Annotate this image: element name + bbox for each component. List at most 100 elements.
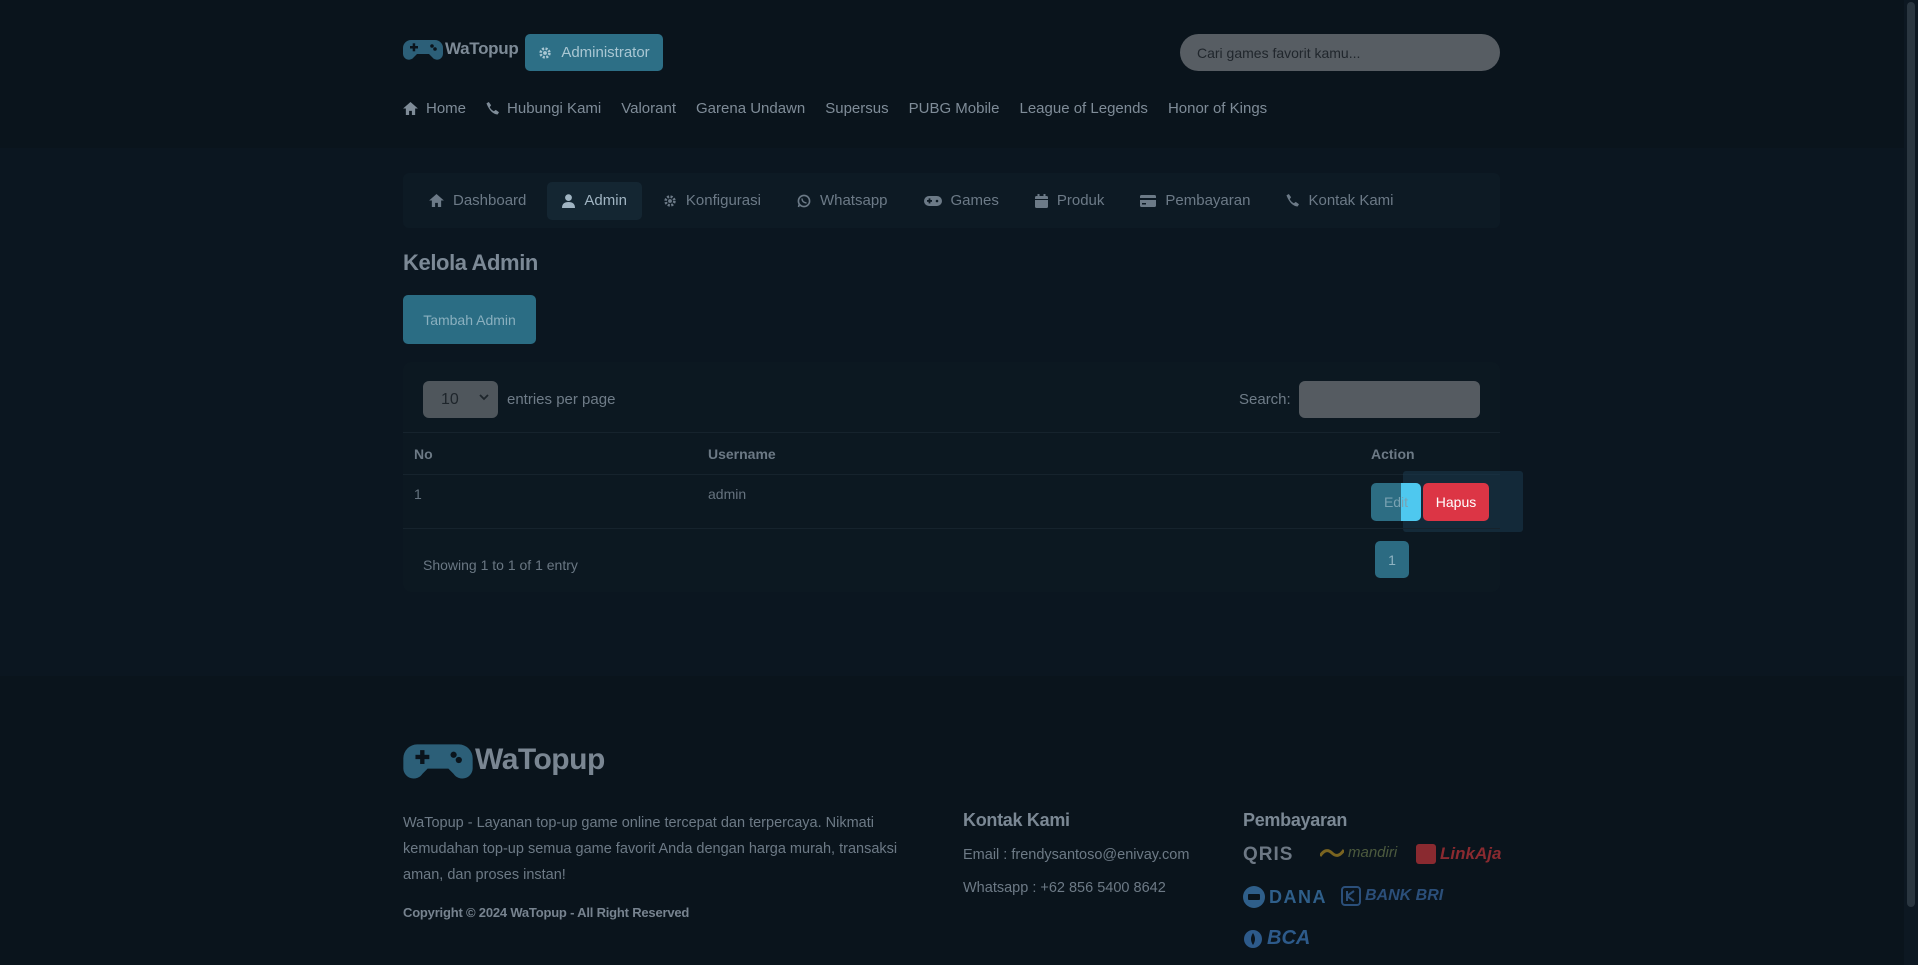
nav-item-label: Garena Undawn	[696, 100, 806, 117]
gamepad-logo-icon	[403, 744, 473, 779]
divider	[403, 432, 1500, 433]
tab-konfigurasi[interactable]: Konfigurasi	[648, 182, 776, 220]
tab-games[interactable]: Games	[909, 182, 1014, 220]
payment-name: LinkAja	[1440, 844, 1502, 863]
tab-label: Whatsapp	[819, 192, 888, 209]
nav-item-label: Hubungi Kami	[507, 100, 602, 117]
payment-logo-bca: BCA	[1243, 927, 1310, 950]
scrollbar-thumb[interactable]	[1907, 2, 1915, 907]
phone-icon	[1286, 194, 1300, 207]
delete-button[interactable]: Hapus	[1423, 483, 1489, 521]
footer-email[interactable]: Email : frendysantoso@enivay.com	[963, 847, 1189, 863]
footer-description: WaTopup - Layanan top-up game online ter…	[403, 815, 898, 883]
site-brand-name: WaTopup	[445, 39, 519, 58]
tab-dashboard[interactable]: Dashboard	[414, 182, 541, 220]
footer-logo[interactable]: WaTopup	[403, 734, 605, 786]
payment-logo-dana: DANA	[1243, 886, 1327, 908]
bca-icon	[1244, 929, 1262, 948]
page-scrollbar[interactable]	[1904, 0, 1918, 965]
home-icon	[403, 102, 418, 115]
chevron-down-icon	[479, 394, 489, 401]
tab-label: Games	[950, 192, 999, 209]
mandiri-wave-icon	[1320, 848, 1344, 857]
entries-per-page-label: entries per page	[507, 391, 616, 408]
game-search-input[interactable]	[1180, 34, 1500, 71]
payment-logo-qris: QRIS	[1243, 844, 1293, 866]
footer-contact-heading: Kontak Kami	[963, 810, 1070, 830]
tab-label: Kontak Kami	[1308, 192, 1394, 209]
administrator-label: Administrator	[561, 44, 650, 61]
site-header: WaTopup Administrator Home Hubungi Kami …	[0, 0, 1904, 148]
home-icon	[429, 194, 444, 207]
payment-name: BANK BRI	[1365, 887, 1444, 904]
nav-item-pubg-mobile[interactable]: PUBG Mobile	[909, 100, 1000, 117]
tab-pembayaran[interactable]: Pembayaran	[1125, 182, 1265, 220]
dana-icon	[1243, 886, 1265, 908]
nav-item-label: Home	[426, 100, 467, 117]
tab-kontak-kami[interactable]: Kontak Kami	[1271, 182, 1408, 220]
payment-name: QRIS	[1243, 844, 1294, 865]
tab-label: Konfigurasi	[685, 192, 761, 209]
page-title: Kelola Admin	[403, 250, 538, 275]
nav-item-label: Supersus	[825, 100, 889, 117]
nav-item-honor-of-kings[interactable]: Honor of Kings	[1168, 100, 1267, 117]
footer-payment-heading: Pembayaran	[1243, 810, 1348, 830]
tab-admin[interactable]: Admin	[547, 181, 642, 220]
footer-brand-name: WaTopup	[475, 743, 605, 776]
nav-item-label: Valorant	[621, 100, 676, 117]
edit-button[interactable]: Edit	[1371, 483, 1421, 521]
administrator-button[interactable]: Administrator	[525, 34, 663, 71]
linkaja-icon	[1416, 844, 1436, 864]
add-admin-button[interactable]: Tambah Admin	[403, 295, 536, 344]
footer-copyright: Copyright © 2024 WaTopup - All Right Res…	[403, 905, 690, 920]
phone-icon	[486, 102, 500, 115]
nav-item-label: Honor of Kings	[1167, 100, 1268, 117]
payment-name: DANA	[1269, 886, 1327, 907]
column-header-username[interactable]: Username	[708, 446, 776, 462]
nav-item-label: League of Legends	[1019, 100, 1148, 117]
payment-logo-mandiri: mandiri	[1320, 844, 1397, 861]
row-no: 1	[414, 486, 422, 502]
gamepad-logo-icon	[403, 40, 443, 60]
tab-produk[interactable]: Produk	[1020, 182, 1120, 220]
table-info: Showing 1 to 1 of 1 entry	[423, 557, 578, 573]
tab-label: Pembayaran	[1165, 192, 1251, 209]
edit-button-label: Edit	[1383, 494, 1409, 510]
bri-icon	[1341, 886, 1361, 906]
tab-label: Admin	[584, 192, 627, 209]
payment-name: BCA	[1267, 927, 1311, 949]
payment-logo-bri: BANK BRI	[1341, 886, 1443, 906]
tab-whatsapp[interactable]: Whatsapp	[782, 182, 903, 220]
nav-item-home[interactable]: Home	[403, 100, 466, 117]
site-logo[interactable]: WaTopup	[403, 34, 519, 64]
payment-name: mandiri	[1348, 844, 1398, 861]
gear-icon	[664, 194, 676, 207]
admin-table-card: 10 entries per page Search: No Username …	[403, 362, 1523, 592]
divider	[403, 474, 1500, 475]
nav-item-garena-undawn[interactable]: Garena Undawn	[696, 100, 805, 117]
row-username: admin	[708, 486, 747, 502]
whatsapp-icon	[797, 194, 811, 207]
gear-icon	[539, 46, 551, 59]
nav-item-league-of-legends[interactable]: League of Legends	[1019, 100, 1147, 117]
divider	[403, 528, 1500, 529]
nav-item-valorant[interactable]: Valorant	[621, 100, 676, 117]
calendar-icon	[1034, 193, 1048, 208]
nav-item-supersus[interactable]: Supersus	[825, 100, 888, 117]
table-search-label: Search:	[1239, 391, 1291, 408]
column-header-action[interactable]: Action	[1371, 446, 1415, 462]
nav-item-label: PUBG Mobile	[908, 100, 1000, 117]
payment-logo-linkaja: LinkAja	[1416, 844, 1501, 864]
page: WaTopup Administrator Home Hubungi Kami …	[0, 0, 1904, 965]
top-navigation: Home Hubungi Kami Valorant Garena Undawn…	[403, 100, 1267, 117]
table-search-input[interactable]	[1299, 381, 1480, 418]
entries-per-page-select[interactable]: 10	[423, 381, 498, 418]
pagination-page-1[interactable]: 1	[1375, 541, 1409, 578]
footer-whatsapp[interactable]: Whatsapp : +62 856 5400 8642	[963, 880, 1166, 896]
credit-card-icon	[1140, 194, 1157, 207]
site-footer: WaTopup WaTopup - Layanan top-up game on…	[0, 676, 1904, 965]
nav-item-hubungi-kami[interactable]: Hubungi Kami	[486, 100, 601, 117]
admin-panel-nav: Dashboard Admin Konfigurasi Whatsapp Gam…	[403, 173, 1500, 228]
entries-per-page-value: 10	[441, 390, 459, 408]
column-header-no[interactable]: No	[414, 446, 433, 462]
